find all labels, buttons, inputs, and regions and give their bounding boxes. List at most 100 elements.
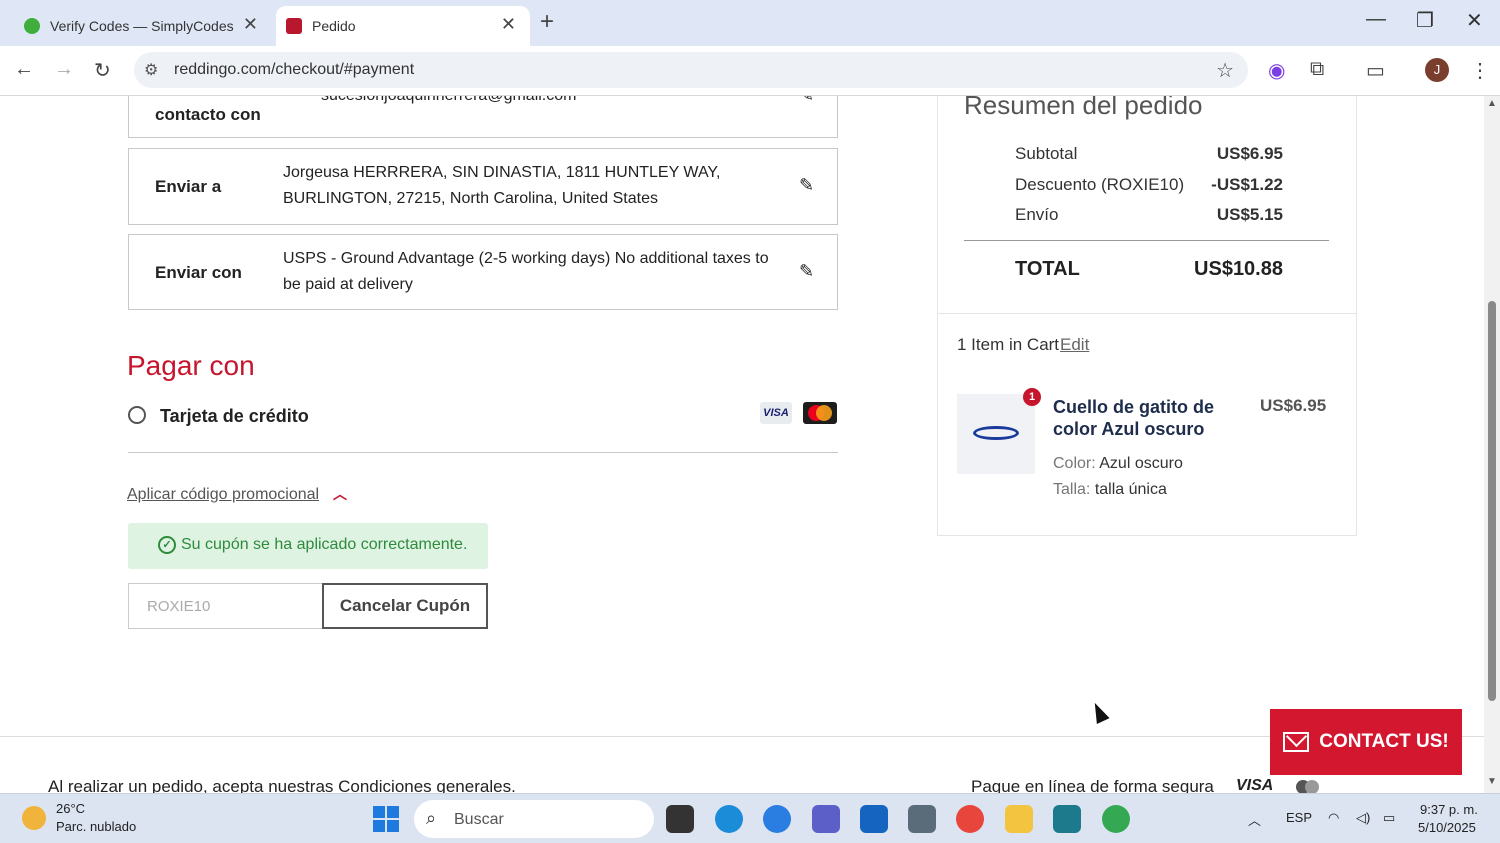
clock-date[interactable]: 5/10/2025	[1418, 820, 1476, 835]
start-button[interactable]	[373, 806, 399, 832]
subtotal-value: US$6.95	[1216, 144, 1283, 163]
help-icon[interactable]	[763, 805, 791, 833]
taskbar-search[interactable]: ⌕ Buscar	[414, 800, 654, 838]
coupon-code-input[interactable]	[128, 583, 324, 629]
close-window-icon[interactable]: ✕	[1466, 8, 1483, 33]
mail-icon	[1283, 731, 1310, 752]
edge-icon[interactable]	[715, 805, 743, 833]
coupon-success-alert: ✓ Su cupón se ha aplicado correctamente.	[128, 523, 488, 569]
pay-with-heading: Pagar con	[127, 350, 255, 381]
discount-value: -US$1.22	[1211, 175, 1283, 194]
size-label: Talla:	[1053, 481, 1091, 498]
task-view-icon[interactable]	[666, 805, 694, 833]
footer-mastercard-logo	[1296, 780, 1322, 793]
shipping-value: US$5.15	[1216, 205, 1283, 224]
edit-shipping-icon[interactable]: ✎	[799, 261, 814, 282]
quantity-badge: 1	[1023, 388, 1041, 406]
weather-temperature[interactable]: 26°C	[56, 801, 85, 816]
product-size: Talla: talla única	[1053, 481, 1167, 499]
ship-to-row: Enviar a Jorgeusa HERRRERA, SIN DINASTIA…	[128, 148, 838, 225]
credit-card-label[interactable]: Tarjeta de crédito	[160, 406, 309, 427]
color-label: Color:	[1053, 455, 1096, 472]
cancel-coupon-button[interactable]: Cancelar Cupón	[322, 583, 488, 629]
discount-label: Descuento (ROXIE10)	[1015, 175, 1185, 194]
tab-pedido[interactable]: Pedido ✕	[276, 6, 530, 46]
bookmark-star-icon[interactable]: ☆	[1216, 58, 1234, 83]
language-indicator[interactable]: ESP	[1286, 810, 1312, 825]
volume-icon[interactable]: ◁)	[1356, 810, 1370, 826]
coupon-success-text: Su cupón se ha aplicado correctamente.	[181, 536, 468, 553]
chrome-icon[interactable]	[956, 805, 984, 833]
checkout-page: contacto con sucesionjoaquinherrera@gmai…	[0, 96, 1484, 793]
tab-title: Verify Codes — SimplyCodes	[50, 18, 234, 34]
menu-dots-icon[interactable]: ⋮	[1470, 58, 1490, 83]
cart-items-count: 1 Item in Cart	[957, 335, 1060, 354]
contact-email: sucesionjoaquinherrera@gmail.com	[321, 96, 811, 109]
footer-visa-logo: VISA	[1236, 777, 1274, 793]
credit-card-radio[interactable]	[128, 406, 146, 424]
order-summary-title: Resumen del pedido	[964, 96, 1203, 120]
search-icon: ⌕	[426, 808, 437, 828]
scroll-up-icon[interactable]: ▲	[1487, 98, 1497, 109]
snipping-tool-icon[interactable]	[1053, 805, 1081, 833]
shield-app-icon[interactable]	[860, 805, 888, 833]
extension-icon[interactable]: ◉	[1268, 58, 1285, 83]
address-bar-row: ← → ↻ ⚙ reddingo.com/checkout/#payment ☆…	[0, 46, 1500, 96]
product-color: Color: Azul oscuro	[1053, 455, 1183, 473]
weather-description[interactable]: Parc. nublado	[56, 819, 136, 834]
forward-icon[interactable]: →	[54, 58, 74, 81]
edit-cart-link[interactable]: Edit	[1060, 335, 1089, 355]
reload-icon[interactable]: ↻	[94, 58, 111, 83]
summary-separator	[937, 313, 1357, 314]
total-value: US$10.88	[1194, 258, 1283, 280]
tray-chevron-up-icon[interactable]: ︿	[1248, 810, 1261, 829]
tab-verify-codes[interactable]: Verify Codes — SimplyCodes ✕	[10, 6, 272, 46]
wifi-icon[interactable]: ◠	[1328, 810, 1339, 826]
ship-to-address: Jorgeusa HERRRERA, SIN DINASTIA, 1811 HU…	[283, 164, 721, 207]
site-info-icon[interactable]: ⚙	[144, 60, 158, 80]
simplycodes-favicon-icon	[24, 18, 40, 34]
windows-taskbar: 26°C Parc. nublado ⌕ Buscar ︿ ESP ◠ ◁) ▭…	[0, 793, 1500, 843]
clock-time[interactable]: 9:37 p. m.	[1420, 802, 1478, 817]
cat-collar-icon	[973, 426, 1019, 440]
tab-title: Pedido	[312, 18, 356, 34]
new-tab-icon[interactable]: +	[540, 8, 554, 36]
color-value: Azul oscuro	[1099, 455, 1183, 472]
back-icon[interactable]: ←	[14, 58, 34, 81]
mastercard-logo	[803, 402, 837, 424]
calculator-icon[interactable]	[908, 805, 936, 833]
weather-icon[interactable]	[22, 806, 46, 830]
battery-icon[interactable]: ▭	[1383, 810, 1395, 826]
search-placeholder: Buscar	[454, 811, 504, 828]
close-tab-icon[interactable]: ✕	[501, 14, 516, 35]
file-explorer-icon[interactable]	[1005, 805, 1033, 833]
visa-logo: VISA	[760, 402, 792, 424]
chrome-profile-icon[interactable]	[1102, 805, 1130, 833]
contact-label: contacto con	[155, 105, 261, 124]
minimize-icon[interactable]: —	[1366, 8, 1386, 31]
url-input[interactable]: ⚙ reddingo.com/checkout/#payment ☆	[134, 52, 1248, 88]
terms-notice: Al realizar un pedido, acepta nuestras C…	[48, 777, 516, 793]
contact-us-button[interactable]: CONTACT US!	[1270, 709, 1462, 775]
teams-icon[interactable]	[812, 805, 840, 833]
divider	[128, 452, 838, 453]
maximize-icon[interactable]: ❐	[1416, 8, 1434, 33]
close-tab-icon[interactable]: ✕	[243, 14, 258, 35]
scroll-down-icon[interactable]: ▼	[1487, 776, 1497, 787]
tab-search-icon[interactable]: ▭	[1366, 58, 1385, 83]
check-circle-icon: ✓	[158, 536, 176, 554]
secure-payment-text: Pague en línea de forma segura	[971, 777, 1214, 793]
scroll-thumb[interactable]	[1488, 301, 1496, 701]
profile-avatar[interactable]: J	[1425, 58, 1449, 82]
size-value: talla única	[1094, 481, 1167, 498]
url-text: reddingo.com/checkout/#payment	[174, 61, 415, 78]
edit-address-icon[interactable]: ✎	[799, 175, 814, 196]
ship-to-label: Enviar a	[155, 177, 222, 196]
chevron-up-icon[interactable]: ︿	[333, 484, 347, 504]
apply-promo-link[interactable]: Aplicar código promocional	[127, 486, 319, 504]
page-scrollbar[interactable]: ▲ ▼	[1484, 96, 1500, 793]
edit-contact-icon[interactable]: ✎	[799, 96, 814, 106]
summary-divider	[964, 240, 1329, 241]
extensions-puzzle-icon[interactable]: ⧉	[1310, 58, 1324, 81]
total-label: TOTAL	[1015, 258, 1080, 280]
